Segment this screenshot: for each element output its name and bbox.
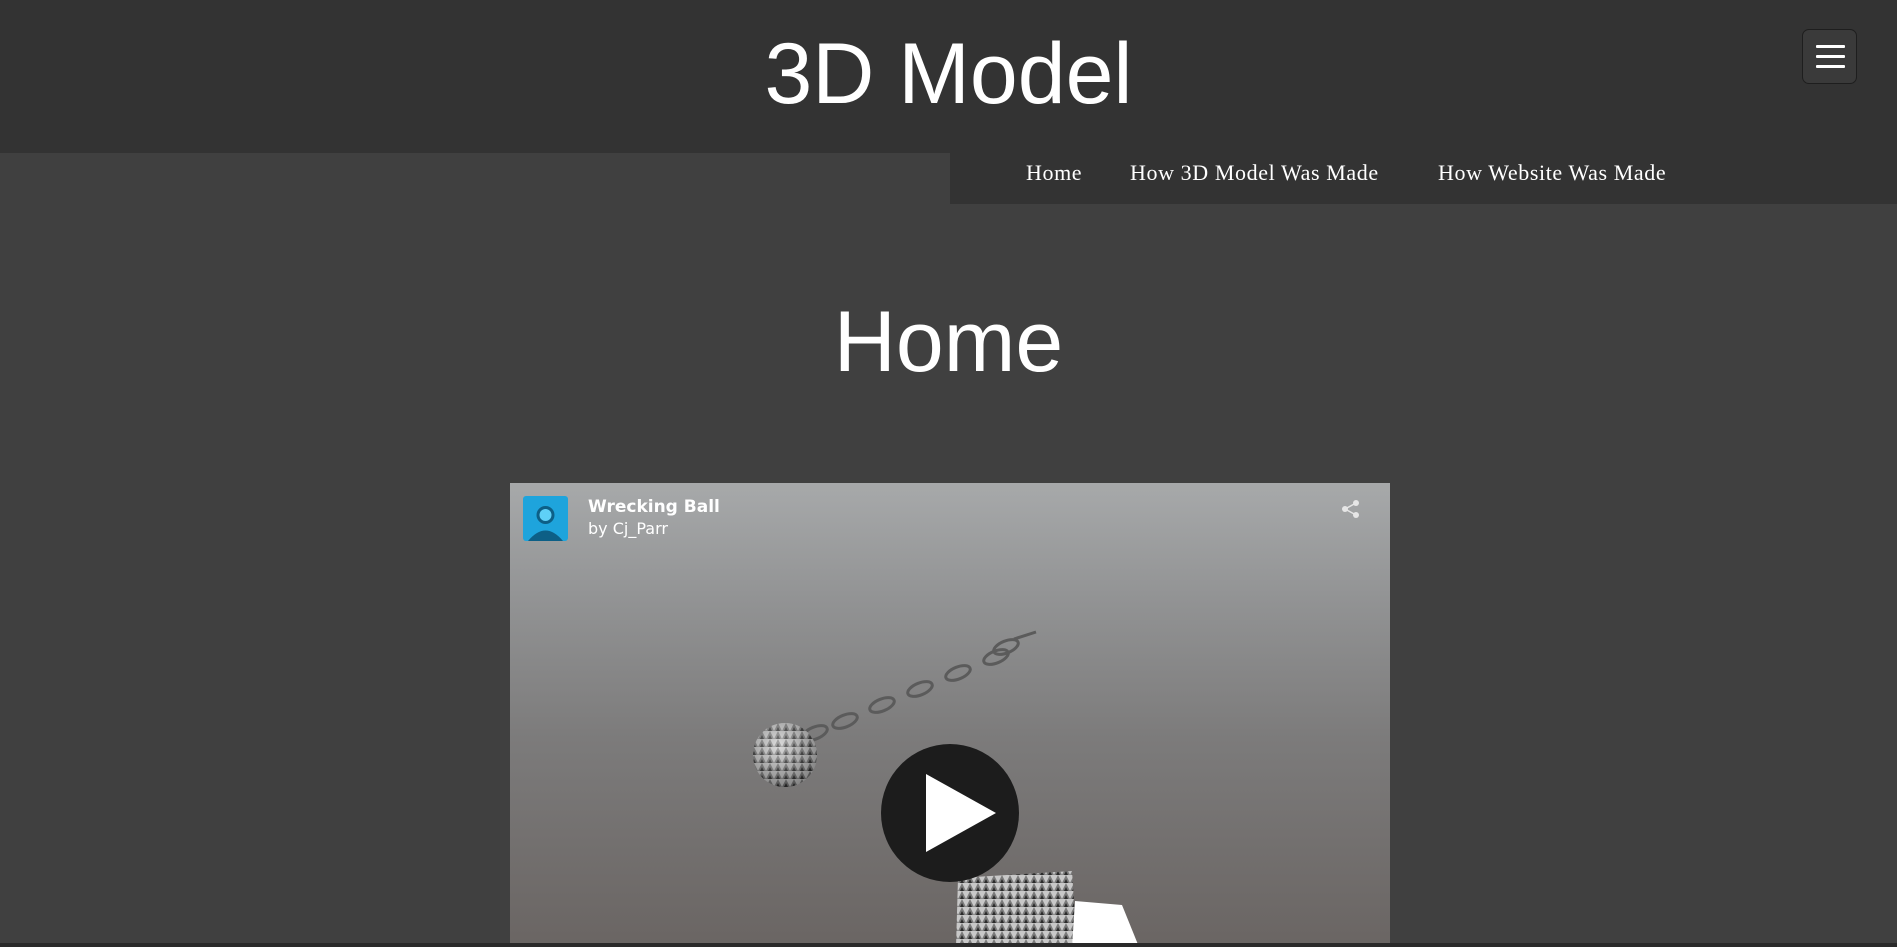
share-icon[interactable] bbox=[1340, 498, 1362, 520]
site-header: 3D Model bbox=[0, 0, 1897, 153]
chain bbox=[801, 630, 1037, 742]
block bbox=[956, 871, 1139, 947]
wrecking-ball bbox=[753, 723, 817, 787]
page-bottom-edge bbox=[0, 943, 1897, 947]
nav-link-how-website-was-made[interactable]: How Website Was Made bbox=[1438, 153, 1666, 193]
play-button[interactable] bbox=[881, 744, 1019, 882]
hamburger-menu-button[interactable] bbox=[1802, 29, 1857, 84]
model-author-link[interactable]: by Cj_Parr bbox=[588, 519, 668, 539]
nav-link-home[interactable]: Home bbox=[1026, 153, 1082, 193]
hamburger-menu-icon bbox=[1816, 45, 1845, 48]
nav-link-how-3d-model-was-made[interactable]: How 3D Model Was Made bbox=[1130, 153, 1379, 193]
user-avatar-icon[interactable] bbox=[523, 496, 568, 541]
3d-model-viewer[interactable]: Wrecking Ball by Cj_Parr bbox=[510, 483, 1390, 947]
main-nav: Home How 3D Model Was Made How Website W… bbox=[950, 153, 1897, 204]
page-heading: Home bbox=[833, 294, 1064, 390]
model-title-link[interactable]: Wrecking Ball bbox=[588, 496, 720, 518]
play-icon bbox=[926, 774, 996, 852]
site-title: 3D Model bbox=[764, 26, 1133, 122]
